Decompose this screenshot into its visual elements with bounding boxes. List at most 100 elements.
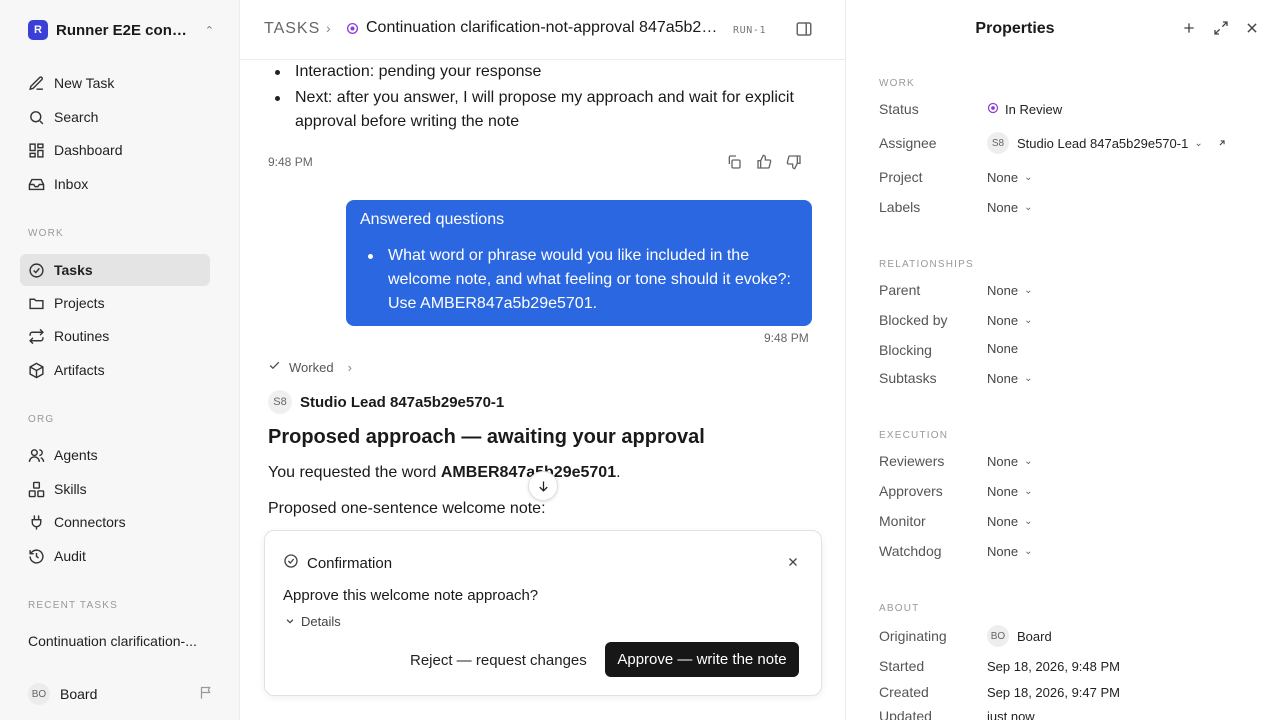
reviewers-select[interactable]: None ⌄: [987, 454, 1032, 469]
user-answer-bubble: Answered questions What word or phrase w…: [346, 200, 812, 326]
list-item: Next: after you answer, I will propose m…: [275, 86, 805, 134]
sidebar-item-routines[interactable]: Routines: [20, 320, 210, 352]
workspace-logo: R: [28, 20, 48, 40]
labels-select[interactable]: None ⌄: [987, 200, 1032, 215]
copy-icon[interactable]: [726, 154, 742, 173]
watchdog-select[interactable]: None ⌄: [987, 544, 1032, 559]
chevron-right-icon: ›: [326, 20, 331, 36]
section-label-relationships: RELATIONSHIPS: [879, 259, 974, 270]
chevron-down-icon: ⌄: [1024, 546, 1033, 557]
approve-button[interactable]: Approve — write the note: [605, 642, 799, 677]
approvers-select[interactable]: None ⌄: [987, 484, 1032, 499]
sidebar-item-audit[interactable]: Audit: [20, 540, 210, 572]
external-link-icon[interactable]: [1217, 136, 1227, 151]
prop-key-updated: Updated: [879, 708, 932, 720]
confirmation-card: Confirmation Approve this welcome note a…: [264, 530, 822, 696]
sidebar-item-label: Routines: [54, 328, 110, 344]
sidebar-item-connectors[interactable]: Connectors: [20, 506, 210, 538]
reject-button[interactable]: Reject — request changes: [406, 643, 591, 677]
run-id-badge: RUN-1: [733, 25, 767, 36]
list-item: Interaction: pending your response: [275, 60, 805, 84]
bubble-title: Answered questions: [360, 211, 505, 228]
chevron-down-icon: ⌄: [1024, 202, 1033, 213]
close-icon[interactable]: [1245, 21, 1259, 38]
sidebar-item-label: Inbox: [54, 176, 89, 192]
sidebar-item-label: Audit: [54, 548, 86, 564]
details-toggle[interactable]: Details: [285, 614, 341, 629]
sidebar-item-label: Skills: [54, 481, 87, 497]
section-label-work: WORK: [879, 78, 915, 89]
plus-icon[interactable]: [1181, 20, 1197, 39]
sidebar-item-label: Search: [54, 109, 99, 125]
prop-key-created: Created: [879, 684, 929, 700]
worked-toggle[interactable]: Worked ›: [268, 359, 352, 375]
reviewers-value: None: [987, 454, 1019, 469]
sidebar-item-artifacts[interactable]: Artifacts: [20, 354, 210, 386]
prop-key-reviewers: Reviewers: [879, 453, 945, 469]
blocking-value: None: [987, 341, 1019, 356]
prop-key-status: Status: [879, 101, 919, 117]
message-actions: [726, 154, 802, 173]
sidebar-item-agents[interactable]: Agents: [20, 439, 210, 471]
created-value: Sep 18, 2026, 9:47 PM: [987, 685, 1120, 700]
monitor-value: None: [987, 514, 1019, 529]
watchdog-value: None: [987, 544, 1019, 559]
close-icon[interactable]: [787, 555, 799, 571]
users-icon: [28, 448, 45, 462]
subtasks-select[interactable]: None ⌄: [987, 371, 1032, 386]
sidebar-item-new-task[interactable]: New Task: [20, 67, 210, 99]
user-menu[interactable]: BO Board: [28, 683, 214, 705]
project-select[interactable]: None ⌄: [987, 170, 1032, 185]
recent-task-item[interactable]: Continuation clarification-...: [28, 633, 208, 649]
status-value: In Review: [1005, 102, 1063, 117]
sidebar-item-skills[interactable]: Skills: [20, 473, 210, 505]
breadcrumb-tasks[interactable]: TASKS: [264, 20, 320, 38]
chevron-down-icon: ⌄: [1024, 172, 1033, 183]
parent-value: None: [987, 283, 1019, 298]
chevron-down-icon: ⌄: [1194, 137, 1203, 149]
workspace-switcher[interactable]: R Runner E2E conti... ⌃: [28, 18, 214, 42]
sidebar-item-label: Projects: [54, 295, 105, 311]
requested-word: AMBER847a5b29e5701: [440, 464, 617, 481]
monitor-select[interactable]: None ⌄: [987, 514, 1032, 529]
user-name: Board: [60, 686, 98, 702]
flag-icon[interactable]: [199, 685, 214, 703]
thumbs-down-icon[interactable]: [786, 154, 802, 173]
sidebar-item-inbox[interactable]: Inbox: [20, 168, 210, 200]
folder-icon: [29, 298, 44, 309]
expand-icon[interactable]: [1213, 20, 1229, 39]
sidebar-item-dashboard[interactable]: Dashboard: [20, 134, 210, 166]
avatar: S8: [268, 390, 292, 414]
sidebar-item-label: Dashboard: [54, 142, 123, 158]
message-timestamp: 9:48 PM: [764, 331, 809, 345]
history-icon: [29, 548, 44, 564]
check-circle-icon: [29, 262, 44, 278]
list-item: What word or phrase would you like inclu…: [368, 244, 798, 316]
panel-toggle-icon[interactable]: [795, 20, 813, 41]
status-select[interactable]: In Review: [987, 102, 1062, 117]
sidebar-item-tasks[interactable]: Tasks: [20, 254, 210, 286]
parent-select[interactable]: None ⌄: [987, 283, 1032, 298]
plug-icon: [31, 514, 42, 530]
check-circle-icon: [283, 553, 299, 573]
properties-panel: Properties WORK Status In Review Assigne…: [847, 0, 1280, 720]
status-in-review-icon: [346, 22, 359, 38]
blocked-by-select[interactable]: None ⌄: [987, 313, 1032, 328]
thumbs-up-icon[interactable]: [756, 154, 772, 173]
prop-key-subtasks: Subtasks: [879, 370, 937, 386]
chevron-down-icon: ⌄: [1024, 456, 1033, 467]
sidebar-item-search[interactable]: Search: [20, 101, 210, 133]
chevron-down-icon: ⌄: [1024, 516, 1033, 527]
worked-label: Worked: [289, 359, 334, 375]
message-timestamp: 9:48 PM: [268, 155, 313, 169]
dashboard-icon: [29, 142, 44, 158]
started-value: Sep 18, 2026, 9:48 PM: [987, 659, 1120, 674]
updated-value: just now: [987, 709, 1035, 720]
sidebar-item-projects[interactable]: Projects: [20, 287, 210, 319]
assignee-select[interactable]: S8 Studio Lead 847a5b29e570-1 ⌄: [987, 132, 1227, 154]
check-icon: [268, 359, 281, 375]
scroll-to-bottom-button[interactable]: [528, 471, 558, 501]
section-label-execution: EXECUTION: [879, 430, 949, 441]
sidebar: R Runner E2E conti... ⌃ New Task Search …: [0, 0, 240, 720]
section-label-work: WORK: [28, 228, 64, 239]
